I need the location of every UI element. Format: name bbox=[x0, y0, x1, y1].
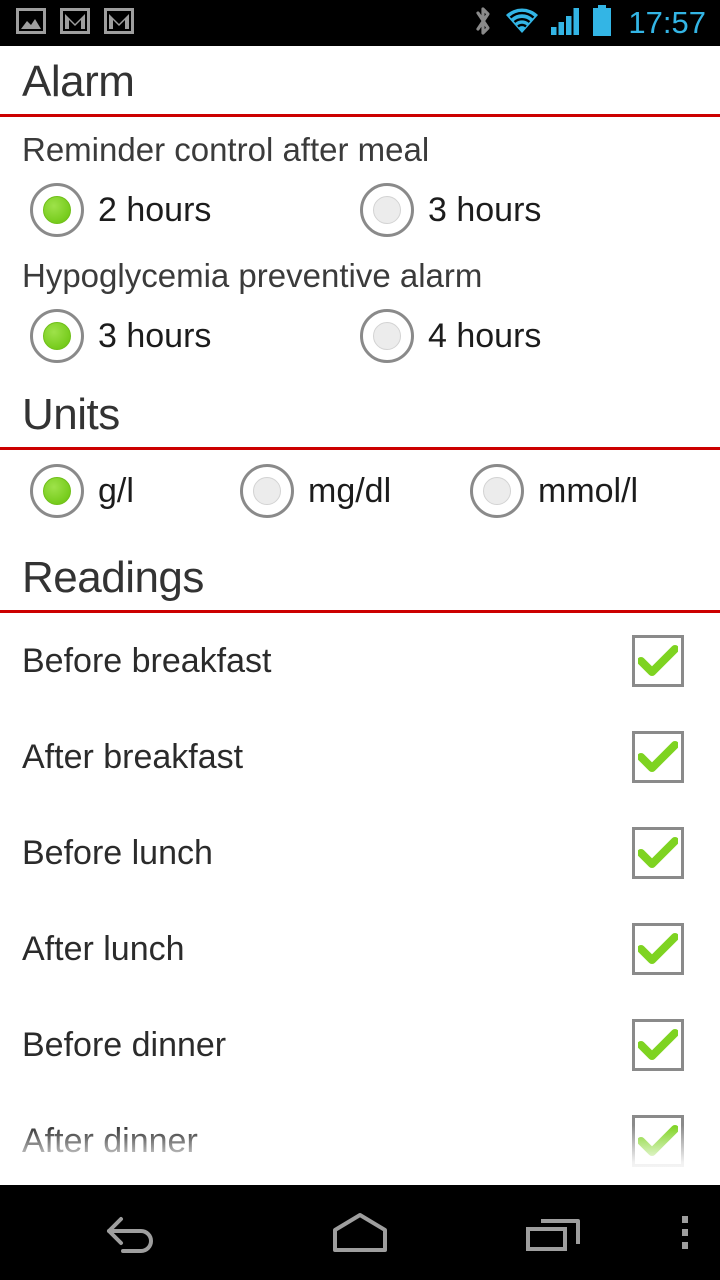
radio-option-label: 3 hours bbox=[428, 191, 542, 229]
checkbox-after-breakfast[interactable] bbox=[632, 731, 684, 783]
radio-option-reminder-3-hours[interactable]: 3 hours bbox=[360, 183, 541, 237]
reading-label: Before lunch bbox=[22, 834, 213, 872]
radio-button-icon[interactable] bbox=[30, 309, 84, 363]
checkbox-after-dinner[interactable] bbox=[632, 1115, 684, 1167]
battery-icon bbox=[592, 4, 612, 42]
checkmark-icon bbox=[638, 645, 678, 676]
overflow-menu-icon bbox=[682, 1215, 688, 1249]
reading-label: After lunch bbox=[22, 930, 185, 968]
gmail-icon bbox=[60, 7, 90, 39]
section-header-alarm: Alarm bbox=[0, 46, 720, 114]
list-item[interactable]: Before dinner bbox=[0, 997, 720, 1093]
radio-button-icon[interactable] bbox=[240, 464, 294, 518]
radio-option-label: g/l bbox=[98, 472, 134, 510]
checkbox-after-lunch[interactable] bbox=[632, 923, 684, 975]
status-bar: 17:57 bbox=[0, 0, 720, 46]
checkbox-before-breakfast[interactable] bbox=[632, 635, 684, 687]
settings-scroll-content[interactable]: Alarm Reminder control after meal 2 hour… bbox=[0, 46, 720, 1185]
radio-option-label: mg/dl bbox=[308, 472, 392, 510]
wifi-icon bbox=[504, 6, 540, 41]
list-item[interactable]: Before breakfast bbox=[0, 613, 720, 709]
radio-option-label: mmol/l bbox=[538, 472, 639, 510]
back-icon bbox=[107, 1216, 153, 1253]
radio-option-unit-mgdl[interactable]: mg/dl bbox=[240, 464, 470, 518]
radio-option-unit-mmoll[interactable]: mmol/l bbox=[470, 464, 638, 518]
section-title-readings: Readings bbox=[22, 553, 204, 602]
radio-option-hypo-3-hours[interactable]: 3 hours bbox=[0, 309, 360, 363]
nav-overflow-menu-button[interactable] bbox=[650, 1185, 720, 1280]
status-bar-notification-icons bbox=[16, 7, 134, 39]
checkmark-icon bbox=[638, 933, 678, 964]
radio-option-reminder-2-hours[interactable]: 2 hours bbox=[0, 183, 360, 237]
radio-group-units: g/l mg/dl mmol/l bbox=[0, 450, 720, 524]
list-item[interactable]: After breakfast bbox=[0, 709, 720, 805]
radio-group-reminder-control-after-meal: 2 hours 3 hours bbox=[0, 177, 720, 243]
reading-label: Before breakfast bbox=[22, 642, 272, 680]
radio-button-icon[interactable] bbox=[360, 183, 414, 237]
radio-group-hypoglycemia-preventive-alarm: 3 hours 4 hours bbox=[0, 303, 720, 369]
status-bar-clock: 17:57 bbox=[628, 5, 706, 40]
list-item[interactable]: Before lunch bbox=[0, 805, 720, 901]
radio-button-icon[interactable] bbox=[30, 183, 84, 237]
gallery-image-icon bbox=[16, 7, 46, 39]
gmail-icon bbox=[104, 7, 134, 39]
nav-recent-apps-button[interactable] bbox=[460, 1185, 650, 1280]
status-bar-system-icons: 17:57 bbox=[472, 0, 706, 46]
nav-back-button[interactable] bbox=[0, 1185, 260, 1280]
nav-home-button[interactable] bbox=[260, 1185, 460, 1280]
reading-label: After breakfast bbox=[22, 738, 244, 776]
section-header-units: Units bbox=[0, 369, 720, 447]
radio-button-icon[interactable] bbox=[470, 464, 524, 518]
bluetooth-icon bbox=[472, 4, 494, 43]
radio-option-hypo-4-hours[interactable]: 4 hours bbox=[360, 309, 541, 363]
reading-label: Before dinner bbox=[22, 1026, 227, 1064]
checkmark-icon bbox=[638, 741, 678, 772]
section-header-readings: Readings bbox=[0, 524, 720, 610]
radio-button-icon[interactable] bbox=[360, 309, 414, 363]
checkmark-icon bbox=[638, 1029, 678, 1060]
home-icon bbox=[333, 1212, 387, 1252]
cellular-signal-icon bbox=[550, 6, 582, 41]
readings-list: Before breakfast After breakfast Before … bbox=[0, 613, 720, 1185]
list-item[interactable]: After dinner bbox=[0, 1093, 720, 1185]
radio-button-icon[interactable] bbox=[30, 464, 84, 518]
checkbox-before-lunch[interactable] bbox=[632, 827, 684, 879]
section-title-units: Units bbox=[22, 390, 120, 439]
checkmark-icon bbox=[638, 837, 678, 868]
radio-option-label: 3 hours bbox=[98, 317, 212, 355]
recent-apps-icon bbox=[526, 1218, 580, 1251]
checkmark-icon bbox=[638, 1125, 678, 1156]
list-item[interactable]: After lunch bbox=[0, 901, 720, 997]
checkbox-before-dinner[interactable] bbox=[632, 1019, 684, 1071]
label-hypoglycemia-preventive-alarm: Hypoglycemia preventive alarm bbox=[22, 257, 483, 294]
radio-option-unit-gl[interactable]: g/l bbox=[0, 464, 240, 518]
reading-label: After dinner bbox=[22, 1122, 198, 1160]
radio-option-label: 4 hours bbox=[428, 317, 542, 355]
phone-screen: 17:57 Alarm Reminder control after meal … bbox=[0, 0, 720, 1280]
label-reminder-control-after-meal: Reminder control after meal bbox=[22, 131, 430, 168]
system-navigation-bar bbox=[0, 1185, 720, 1280]
radio-option-label: 2 hours bbox=[98, 191, 212, 229]
section-title-alarm: Alarm bbox=[22, 57, 135, 106]
